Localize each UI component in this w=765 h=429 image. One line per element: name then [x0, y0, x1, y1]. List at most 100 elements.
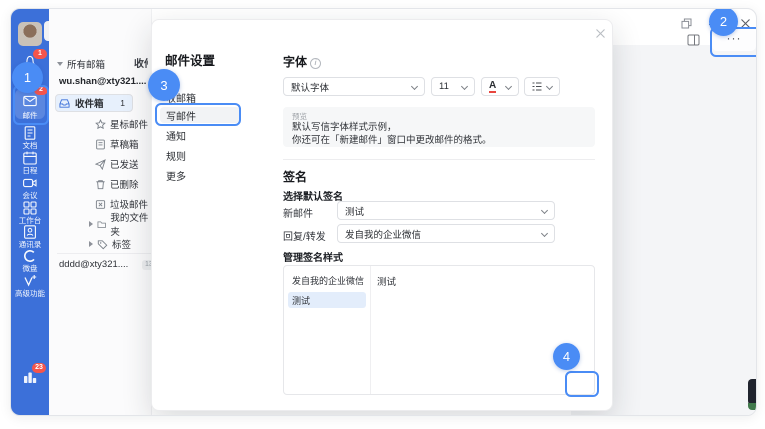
- list-icon: [532, 82, 542, 91]
- contacts-icon: [22, 224, 38, 240]
- folder-label: 已发送: [110, 157, 139, 171]
- tab-label: 写邮件: [166, 108, 196, 123]
- notifications-badge: 1: [33, 49, 47, 59]
- close-icon: [740, 18, 751, 29]
- manage-signature-heading: 管理签名样式: [283, 249, 343, 264]
- annotation-step-4: 4: [553, 343, 580, 370]
- close-window-button[interactable]: [740, 18, 751, 29]
- signature-item-wecom[interactable]: 发自我的企业微信: [288, 272, 366, 288]
- font-color-letter: A: [489, 80, 496, 93]
- sidebar-label-mail: 邮件: [11, 110, 49, 121]
- inbox-icon: [59, 98, 70, 109]
- mail-icon: [22, 93, 38, 109]
- font-size-select[interactable]: 11: [431, 77, 475, 96]
- signature-heading: 签名: [283, 168, 307, 185]
- font-family-value: 默认字体: [291, 80, 329, 94]
- folder-pane: 所有邮箱 wu.shan@xty321.... 收件箱 1 星标邮件: [49, 9, 152, 415]
- expand-caret-icon: [89, 221, 93, 227]
- v-plus-icon: [22, 273, 38, 289]
- folder-label: 收件箱: [75, 96, 104, 110]
- wedrive-ring-icon: [22, 248, 38, 264]
- new-mail-signature-select[interactable]: 测试: [337, 201, 555, 220]
- reply-forward-label: 回复/转发: [283, 228, 326, 243]
- preview-line2: 你还可在「新建邮件」窗口中更改邮件的格式。: [292, 135, 586, 148]
- tab-notifications[interactable]: 通知: [160, 128, 240, 143]
- signature-item-test[interactable]: 测试: [288, 292, 366, 308]
- collapse-caret-icon: [57, 62, 63, 66]
- apps-badge: 23: [32, 363, 46, 373]
- app-window: 1 2 邮件 文档: [10, 8, 757, 416]
- annotation-step-3: 3: [148, 69, 180, 101]
- section-divider: [283, 159, 595, 160]
- annotation-number: 2: [720, 14, 727, 29]
- tab-rules[interactable]: 规则: [160, 148, 240, 163]
- layout-toggle-button[interactable]: [687, 34, 700, 46]
- avatar[interactable]: [18, 22, 42, 46]
- restore-icon: [681, 18, 692, 29]
- signature-list: 发自我的企业微信 测试: [284, 266, 371, 394]
- font-preview-box: 预览 默认写信字体样式示例， 你还可在「新建邮件」窗口中更改邮件的格式。: [283, 107, 595, 147]
- tag-icon: [97, 239, 108, 250]
- star-icon: [95, 119, 106, 130]
- folder-count: 1: [120, 98, 125, 108]
- font-heading-text: 字体: [283, 55, 307, 69]
- trash-icon: [95, 179, 106, 190]
- font-section-heading: 字体i: [283, 53, 321, 70]
- folder-group-all[interactable]: 所有邮箱: [57, 56, 143, 72]
- signature-manager-box: 发自我的企业微信 测试 测试: [283, 265, 595, 395]
- new-mail-signature-value: 测试: [345, 204, 364, 218]
- folder-label: 草稿箱: [110, 137, 139, 151]
- new-mail-label: 新邮件: [283, 205, 313, 220]
- dialog-close-button[interactable]: [595, 28, 607, 40]
- info-icon: i: [310, 58, 321, 69]
- close-icon: [595, 28, 606, 39]
- reply-signature-select[interactable]: 发自我的企业微信: [337, 224, 555, 243]
- dialog-title: 邮件设置: [165, 50, 215, 69]
- junk-icon: [95, 199, 106, 210]
- grid-icon: [22, 200, 38, 216]
- screenshot-stage: 1 2 邮件 文档: [0, 0, 765, 429]
- account-primary[interactable]: wu.shan@xty321....: [59, 76, 146, 87]
- folder-inbox[interactable]: 收件箱 1: [55, 94, 133, 112]
- document-icon: [22, 125, 38, 141]
- account-secondary-label: dddd@xty321....: [59, 259, 128, 270]
- expand-caret-icon: [89, 241, 93, 247]
- tab-compose[interactable]: 写邮件: [160, 107, 240, 123]
- tab-label: 规则: [166, 148, 186, 163]
- tab-more[interactable]: 更多: [160, 168, 240, 183]
- annotation-step-1: 1: [12, 62, 43, 93]
- preview-tag: 预览: [292, 111, 586, 122]
- sidebar-label-advanced: 高级功能: [11, 288, 49, 299]
- chevron-down-icon: [541, 207, 548, 214]
- folder-divider: [57, 253, 165, 254]
- font-family-select[interactable]: 默认字体: [283, 77, 425, 96]
- restore-window-button[interactable]: [681, 18, 692, 29]
- list-format-button[interactable]: [524, 77, 560, 96]
- chevron-down-icon: [541, 230, 548, 237]
- annotation-step-2: 2: [709, 8, 738, 36]
- choose-signature-heading: 选择默认签名: [283, 188, 343, 203]
- tab-label: 通知: [166, 128, 186, 143]
- floating-widget[interactable]: [748, 379, 757, 405]
- signature-content-preview: 测试: [377, 274, 396, 288]
- reply-signature-value: 发自我的企业微信: [345, 227, 421, 241]
- preview-line1: 默认写信字体样式示例，: [292, 122, 586, 135]
- folder-label: 垃圾邮件: [110, 197, 148, 211]
- tab-label: 更多: [166, 168, 186, 183]
- font-color-button[interactable]: A: [481, 77, 519, 96]
- signature-item-label: 测试: [292, 294, 310, 307]
- chevron-down-icon: [411, 83, 418, 90]
- folder-icon: [97, 219, 106, 230]
- annotation-number: 4: [563, 349, 570, 364]
- folder-label: 我的文件夹: [110, 210, 150, 238]
- calendar-icon: [22, 150, 38, 166]
- folder-label: 星标邮件: [110, 117, 148, 131]
- signature-item-label: 发自我的企业微信: [292, 274, 364, 287]
- chevron-down-icon: [505, 83, 512, 90]
- chevron-down-icon: [546, 83, 553, 90]
- sent-icon: [95, 159, 106, 170]
- list-pane-header: 收件箱: [134, 55, 148, 68]
- folder-label: 标签: [112, 237, 131, 251]
- annotation-number: 1: [24, 70, 31, 85]
- meeting-camera-icon: [22, 175, 38, 191]
